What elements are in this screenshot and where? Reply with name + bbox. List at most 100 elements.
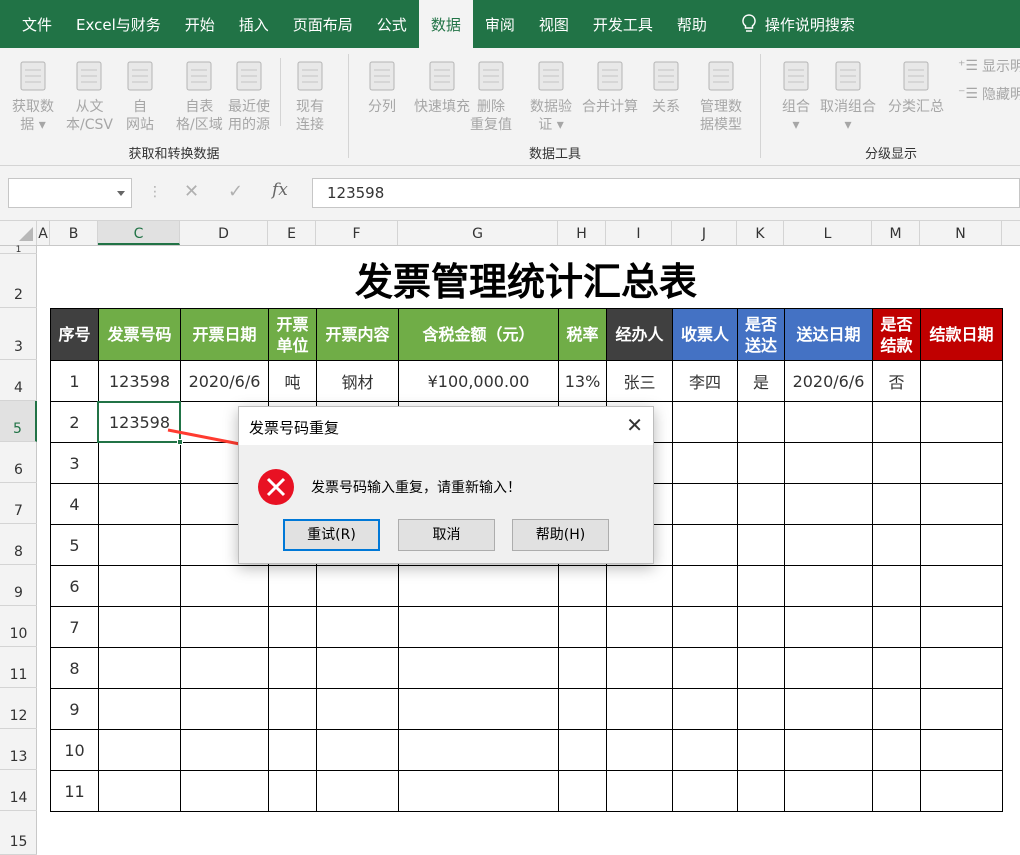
cell[interactable]: 2 [50, 401, 99, 443]
cell[interactable] [920, 647, 1003, 689]
cell[interactable] [737, 565, 785, 607]
tab-5[interactable]: 公式 [365, 0, 419, 48]
cell[interactable] [316, 688, 399, 730]
cell[interactable] [872, 770, 921, 812]
cell[interactable]: 3 [50, 442, 99, 484]
cell[interactable] [737, 524, 785, 566]
cell[interactable]: 13% [558, 360, 607, 402]
cell[interactable]: 李四 [672, 360, 738, 402]
help-button[interactable]: 帮助(H) [512, 519, 609, 551]
cell[interactable] [920, 729, 1003, 771]
ribbon-button-0-2[interactable]: 自 网站 [122, 56, 158, 134]
column-header-K[interactable]: K [737, 221, 784, 245]
ribbon-button-0-1[interactable]: 从文 本/CSV [66, 56, 113, 134]
cell[interactable] [398, 729, 559, 771]
cell[interactable] [872, 729, 921, 771]
cell[interactable]: 7 [50, 606, 99, 648]
tab-0[interactable]: 文件 [0, 0, 64, 48]
column-header-L[interactable]: L [784, 221, 872, 245]
cell[interactable] [98, 770, 181, 812]
cell[interactable] [672, 606, 738, 648]
cell[interactable] [920, 483, 1003, 525]
row-header-8[interactable]: 8 [0, 524, 37, 565]
cell[interactable] [268, 729, 317, 771]
ribbon-button-1-6[interactable]: 管理数 据模型 [700, 56, 742, 134]
cell[interactable] [558, 647, 607, 689]
cell[interactable] [268, 647, 317, 689]
cell[interactable]: 钢材 [316, 360, 399, 402]
column-title-7[interactable]: 经办人 [606, 308, 673, 361]
cell[interactable]: 2020/6/6 [180, 360, 269, 402]
column-title-6[interactable]: 税率 [558, 308, 607, 361]
cell[interactable] [98, 442, 181, 484]
close-icon[interactable]: ✕ [626, 415, 643, 435]
cell[interactable] [672, 442, 738, 484]
cell[interactable] [180, 647, 269, 689]
cell[interactable] [872, 647, 921, 689]
cell[interactable] [606, 606, 673, 648]
column-title-2[interactable]: 开票日期 [180, 308, 269, 361]
hide-detail-button[interactable]: ⁻☰ 隐藏明 [958, 84, 1020, 104]
cell[interactable]: ¥100,000.00 [398, 360, 559, 402]
cell[interactable] [606, 647, 673, 689]
cell[interactable] [672, 401, 738, 443]
cell[interactable] [180, 688, 269, 730]
column-title-9[interactable]: 是否 送达 [737, 308, 785, 361]
cell[interactable] [606, 729, 673, 771]
cell[interactable] [784, 565, 873, 607]
cell[interactable] [920, 565, 1003, 607]
cell[interactable]: 11 [50, 770, 99, 812]
cell[interactable]: 5 [50, 524, 99, 566]
cell[interactable] [558, 606, 607, 648]
cell[interactable] [672, 770, 738, 812]
tab-8[interactable]: 视图 [527, 0, 581, 48]
column-header-A[interactable]: A [37, 221, 50, 245]
cell[interactable] [606, 565, 673, 607]
cell[interactable] [98, 688, 181, 730]
cell[interactable] [672, 565, 738, 607]
ribbon-button-1-5[interactable]: 关系 [648, 56, 684, 116]
cell[interactable] [606, 688, 673, 730]
column-title-5[interactable]: 含税金额（元） [398, 308, 559, 361]
column-header-F[interactable]: F [316, 221, 398, 245]
cell[interactable] [737, 442, 785, 484]
row-header-1[interactable]: 1 [0, 245, 37, 255]
cell[interactable] [180, 565, 269, 607]
cell[interactable] [784, 483, 873, 525]
cell[interactable] [316, 729, 399, 771]
tab-4[interactable]: 页面布局 [281, 0, 365, 48]
cell[interactable] [398, 606, 559, 648]
cell[interactable] [784, 688, 873, 730]
cell[interactable] [784, 442, 873, 484]
cell[interactable] [268, 770, 317, 812]
cell[interactable] [180, 770, 269, 812]
cell[interactable] [316, 565, 399, 607]
column-header-J[interactable]: J [672, 221, 737, 245]
tab-6[interactable]: 数据 [418, 0, 473, 48]
retry-button[interactable]: 重试(R) [283, 519, 380, 551]
row-header-11[interactable]: 11 [0, 647, 37, 688]
cell[interactable] [784, 729, 873, 771]
cell[interactable] [872, 524, 921, 566]
cell[interactable] [98, 565, 181, 607]
cell[interactable]: 张三 [606, 360, 673, 402]
cell[interactable] [398, 770, 559, 812]
cell[interactable] [398, 565, 559, 607]
cell[interactable]: 9 [50, 688, 99, 730]
tab-2[interactable]: 开始 [173, 0, 227, 48]
column-title-3[interactable]: 开票 单位 [268, 308, 317, 361]
ribbon-button-2-1[interactable]: 取消组合 ▾ [820, 56, 876, 134]
cell[interactable] [180, 606, 269, 648]
cell[interactable]: 1 [50, 360, 99, 402]
ribbon-button-1-4[interactable]: 合并计算 [582, 56, 638, 116]
cell[interactable] [872, 565, 921, 607]
insert-function-icon[interactable]: fx [272, 180, 288, 200]
cell[interactable] [672, 483, 738, 525]
cell[interactable] [672, 647, 738, 689]
ribbon-button-0-3[interactable]: 自表 格/区域 [176, 56, 223, 134]
row-header-5[interactable]: 5 [0, 401, 37, 442]
ribbon-button-0-0[interactable]: 获取数 据 ▾ [12, 56, 54, 134]
ribbon-button-0-5[interactable]: 现有 连接 [292, 56, 328, 134]
column-header-D[interactable]: D [180, 221, 268, 245]
cell[interactable] [737, 401, 785, 443]
